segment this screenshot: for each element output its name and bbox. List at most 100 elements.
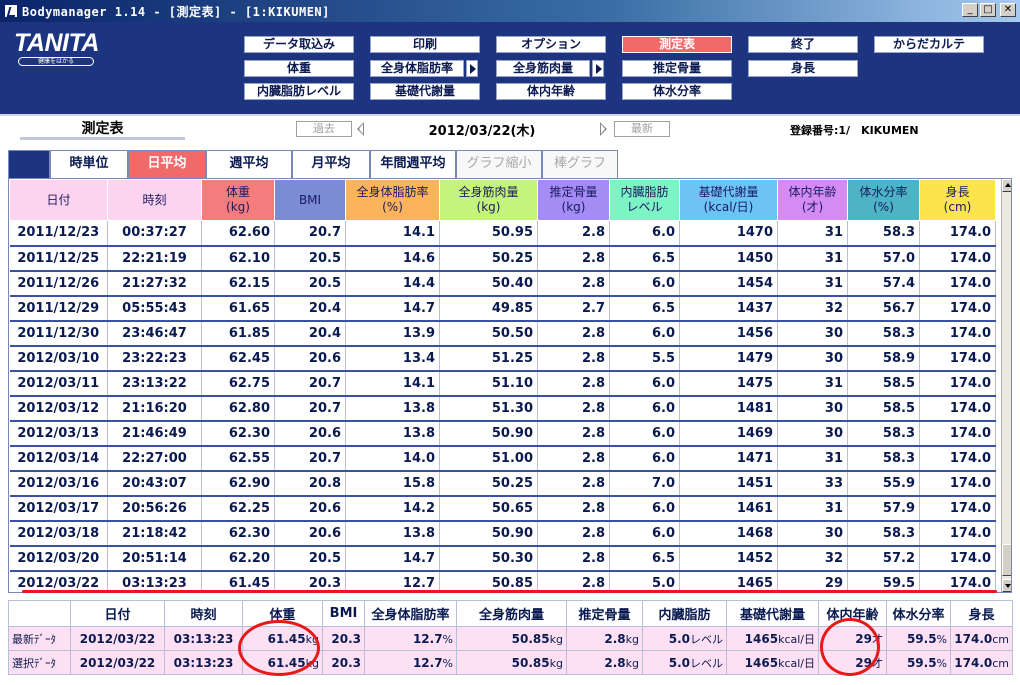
cell-height: 174.0 — [919, 520, 996, 547]
table-row[interactable]: 2011/12/29 05:55:43 61.65 20.4 14.7 49.85 2.7 6… — [9, 295, 996, 322]
table-row[interactable]: 2012/03/17 20:56:26 62.25 20.6 14.2 50.65 2.8 6… — [9, 495, 996, 522]
arrow-left-icon[interactable] — [356, 121, 366, 137]
scroll-thumb[interactable] — [1002, 544, 1011, 576]
table-row[interactable]: 2012/03/14 22:27:00 62.55 20.7 14.0 51.00 2.8 6… — [9, 445, 996, 472]
tab-graph-shrink[interactable]: グラフ縮小 — [456, 150, 542, 178]
tab-bar-graph[interactable]: 棒グラフ — [542, 150, 618, 178]
cell-date: 2012/03/18 — [9, 520, 108, 547]
cell-water: 58.5 — [847, 370, 920, 397]
options-button[interactable]: オプション — [496, 36, 606, 53]
cell-visceral: 6.5 — [609, 245, 680, 272]
bone-button[interactable]: 推定骨量 — [622, 60, 732, 77]
visceral-button[interactable]: 内臓脂肪レベル — [244, 83, 354, 100]
column-header-bmi[interactable]: BMI — [274, 179, 346, 221]
summary-unit: kg — [549, 632, 563, 646]
minimize-icon[interactable]: _ — [962, 3, 978, 17]
column-header-bone[interactable]: 推定骨量 (kg) — [537, 179, 610, 221]
summary-cell-muscle: 50.85kg — [456, 650, 567, 675]
maximize-icon[interactable]: □ — [980, 3, 996, 17]
table-row[interactable]: 2012/03/18 21:18:42 62.30 20.6 13.8 50.90 2.8 6… — [9, 520, 996, 547]
height-button[interactable]: 身長 — [748, 60, 858, 77]
cell-bmr: 1479 — [679, 345, 778, 372]
cell-fat: 13.4 — [345, 345, 440, 372]
tab-monthly[interactable]: 月平均 — [292, 150, 370, 178]
summary-value: 最新ﾃﾞｰﾀ — [12, 632, 56, 646]
tab-yearly-weekly[interactable]: 年間週平均 — [370, 150, 456, 178]
scroll-up-icon[interactable] — [1002, 179, 1011, 192]
muscle-button[interactable]: 全身筋肉量 — [496, 60, 590, 77]
table-row[interactable]: 2012/03/13 21:46:49 62.30 20.6 13.8 50.90 2.8 6… — [9, 420, 996, 447]
weight-button[interactable]: 体重 — [244, 60, 354, 77]
cell-weight: 62.25 — [201, 495, 275, 522]
import-button[interactable]: データ取込み — [244, 36, 354, 53]
table-row[interactable]: 2012/03/10 23:22:23 62.45 20.6 13.4 51.25 2.8 5… — [9, 345, 996, 372]
exit-button[interactable]: 終了 — [748, 36, 858, 53]
body-fat-button[interactable]: 全身体脂肪率 — [370, 60, 464, 77]
column-header-fat[interactable]: 全身体脂肪率 (%) — [345, 179, 440, 221]
sheet-button[interactable]: 測定表 — [622, 36, 732, 53]
cell-date: 2012/03/12 — [9, 395, 108, 422]
close-icon[interactable]: ✕ — [1000, 3, 1016, 17]
cell-muscle: 50.40 — [439, 270, 538, 297]
cell-time: 20:56:26 — [107, 495, 202, 522]
column-header-visceral[interactable]: 内臓脂肪 レベル — [609, 179, 680, 221]
cell-muscle: 49.85 — [439, 295, 538, 322]
cell-weight: 62.30 — [201, 520, 275, 547]
karte-button[interactable]: からだカルテ — [874, 36, 984, 53]
cell-bone: 2.8 — [537, 345, 610, 372]
table-row[interactable]: 2012/03/12 21:16:20 62.80 20.7 13.8 51.30 2.8 6… — [9, 395, 996, 422]
vertical-scrollbar[interactable] — [1001, 179, 1011, 592]
cell-muscle: 50.25 — [439, 245, 538, 272]
table-row[interactable]: 2012/03/11 23:13:22 62.75 20.7 14.1 51.10 2.8 6… — [9, 370, 996, 397]
column-header-muscle[interactable]: 全身筋肉量 (kg) — [439, 179, 538, 221]
tab-daily[interactable]: 日平均 — [128, 150, 206, 178]
cell-bone: 2.8 — [537, 220, 610, 247]
column-header-time[interactable]: 時刻 — [107, 179, 202, 221]
scroll-down-icon[interactable] — [1002, 579, 1011, 592]
arrow-right-icon[interactable] — [599, 121, 609, 137]
table-row[interactable]: 2011/12/30 23:46:47 61.85 20.4 13.9 50.50 2.8 6… — [9, 320, 996, 347]
cell-fat: 14.2 — [345, 495, 440, 522]
cell-time: 05:55:43 — [107, 295, 202, 322]
cell-visceral: 6.0 — [609, 495, 680, 522]
bmr-button[interactable]: 基礎代謝量 — [370, 83, 480, 100]
table-row[interactable]: 2011/12/26 21:27:32 62.15 20.5 14.4 50.40 2.8 6… — [9, 270, 996, 297]
summary-header: 体内年齢 — [818, 600, 887, 627]
cell-height: 174.0 — [919, 270, 996, 297]
body-age-button[interactable]: 体内年齢 — [496, 83, 606, 100]
table-row[interactable]: 2012/03/16 20:43:07 62.90 20.8 15.8 50.25 2.8 7… — [9, 470, 996, 497]
summary-cell-water: 59.5% — [886, 626, 951, 651]
column-header-bmr[interactable]: 基礎代謝量 (kcal/日) — [679, 179, 778, 221]
cell-water: 57.0 — [847, 245, 920, 272]
summary-cell-height: 174.0cm — [950, 650, 1013, 675]
column-header-date[interactable]: 日付 — [9, 179, 108, 221]
tab-hourly[interactable]: 時単位 — [50, 150, 128, 178]
cell-visceral: 6.0 — [609, 370, 680, 397]
column-header-age[interactable]: 体内年齢 (才) — [777, 179, 848, 221]
print-button[interactable]: 印刷 — [370, 36, 480, 53]
cell-bmr: 1470 — [679, 220, 778, 247]
summary-cell-label: 選択ﾃﾞｰﾀ — [8, 650, 71, 675]
cell-water: 56.7 — [847, 295, 920, 322]
column-header-weight[interactable]: 体重 (kg) — [201, 179, 275, 221]
muscle-arrow-icon[interactable] — [592, 60, 604, 77]
table-row[interactable]: 2011/12/23 00:37:27 62.60 20.7 14.1 50.95 2.8 6… — [9, 220, 996, 247]
table-row[interactable]: 2012/03/20 20:51:14 62.20 20.5 14.7 50.30 2.8 6… — [9, 545, 996, 572]
cell-visceral: 6.5 — [609, 545, 680, 572]
column-header-height[interactable]: 身長 (cm) — [919, 179, 996, 221]
cell-visceral: 6.0 — [609, 320, 680, 347]
next-button[interactable]: 最新 — [614, 121, 670, 137]
water-button[interactable]: 体水分率 — [622, 83, 732, 100]
column-header-water[interactable]: 体水分率 (%) — [847, 179, 920, 221]
prev-button[interactable]: 過去 — [296, 121, 352, 137]
summary-header: BMI — [322, 600, 365, 627]
cell-date: 2012/03/17 — [9, 495, 108, 522]
column-header-unit: (%) — [382, 200, 403, 214]
cell-age: 32 — [777, 545, 848, 572]
tab-weekly[interactable]: 週平均 — [206, 150, 292, 178]
table-row[interactable]: 2011/12/25 22:21:19 62.10 20.5 14.6 50.25 2.8 6… — [9, 245, 996, 272]
cell-bone: 2.8 — [537, 395, 610, 422]
body-fat-arrow-icon[interactable] — [466, 60, 478, 77]
cell-muscle: 51.30 — [439, 395, 538, 422]
app-icon — [4, 4, 18, 18]
